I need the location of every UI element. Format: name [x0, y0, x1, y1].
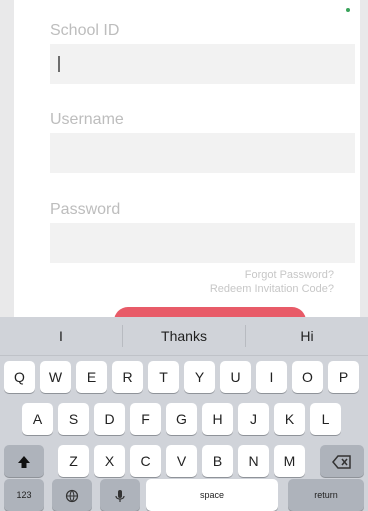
key-m[interactable]: M: [274, 445, 305, 477]
key-g[interactable]: G: [166, 403, 197, 435]
login-form-card: School ID Username Password Forgot Passw…: [14, 0, 360, 321]
microphone-icon: [115, 490, 125, 503]
key-l[interactable]: L: [310, 403, 341, 435]
key-w[interactable]: W: [40, 361, 71, 393]
key-x[interactable]: X: [94, 445, 125, 477]
key-h[interactable]: H: [202, 403, 233, 435]
backspace-key[interactable]: [320, 445, 364, 477]
key-z[interactable]: Z: [58, 445, 89, 477]
status-dot: [346, 8, 350, 12]
username-label: Username: [50, 111, 124, 128]
school-id-field[interactable]: [50, 44, 355, 84]
key-t[interactable]: T: [148, 361, 179, 393]
globe-key[interactable]: [52, 479, 92, 511]
key-d[interactable]: D: [94, 403, 125, 435]
key-i[interactable]: I: [256, 361, 287, 393]
key-p[interactable]: P: [328, 361, 359, 393]
text-caret: [58, 56, 60, 72]
space-key[interactable]: space: [146, 479, 278, 511]
password-field[interactable]: [50, 223, 355, 263]
key-s[interactable]: S: [58, 403, 89, 435]
key-j[interactable]: J: [238, 403, 269, 435]
school-id-label: School ID: [50, 22, 120, 39]
key-n[interactable]: N: [238, 445, 269, 477]
suggestion-1[interactable]: I: [0, 328, 122, 344]
microphone-key[interactable]: [100, 479, 140, 511]
suggestion-3[interactable]: Hi: [246, 328, 368, 344]
onscreen-keyboard: I Thanks Hi Q W E R T Y U I O P A S D F …: [0, 317, 368, 511]
numbers-key[interactable]: 123: [4, 479, 44, 511]
key-o[interactable]: O: [292, 361, 323, 393]
key-k[interactable]: K: [274, 403, 305, 435]
key-u[interactable]: U: [220, 361, 251, 393]
globe-icon: [65, 490, 79, 503]
help-links: Forgot Password? Redeem Invitation Code?: [210, 268, 334, 296]
key-e[interactable]: E: [76, 361, 107, 393]
suggestion-bar: I Thanks Hi: [0, 317, 368, 356]
shift-arrow-icon: [18, 456, 30, 469]
key-c[interactable]: C: [130, 445, 161, 477]
return-key[interactable]: return: [288, 479, 364, 511]
key-f[interactable]: F: [130, 403, 161, 435]
redeem-invitation-link[interactable]: Redeem Invitation Code?: [210, 282, 334, 296]
forgot-password-link[interactable]: Forgot Password?: [210, 268, 334, 282]
key-y[interactable]: Y: [184, 361, 215, 393]
suggestion-2[interactable]: Thanks: [123, 328, 245, 344]
backspace-icon: [332, 455, 351, 470]
key-q[interactable]: Q: [4, 361, 35, 393]
key-v[interactable]: V: [166, 445, 197, 477]
key-r[interactable]: R: [112, 361, 143, 393]
username-field[interactable]: [50, 133, 355, 173]
password-label: Password: [50, 201, 121, 218]
key-b[interactable]: B: [202, 445, 233, 477]
key-a[interactable]: A: [22, 403, 53, 435]
shift-key[interactable]: [4, 445, 44, 477]
